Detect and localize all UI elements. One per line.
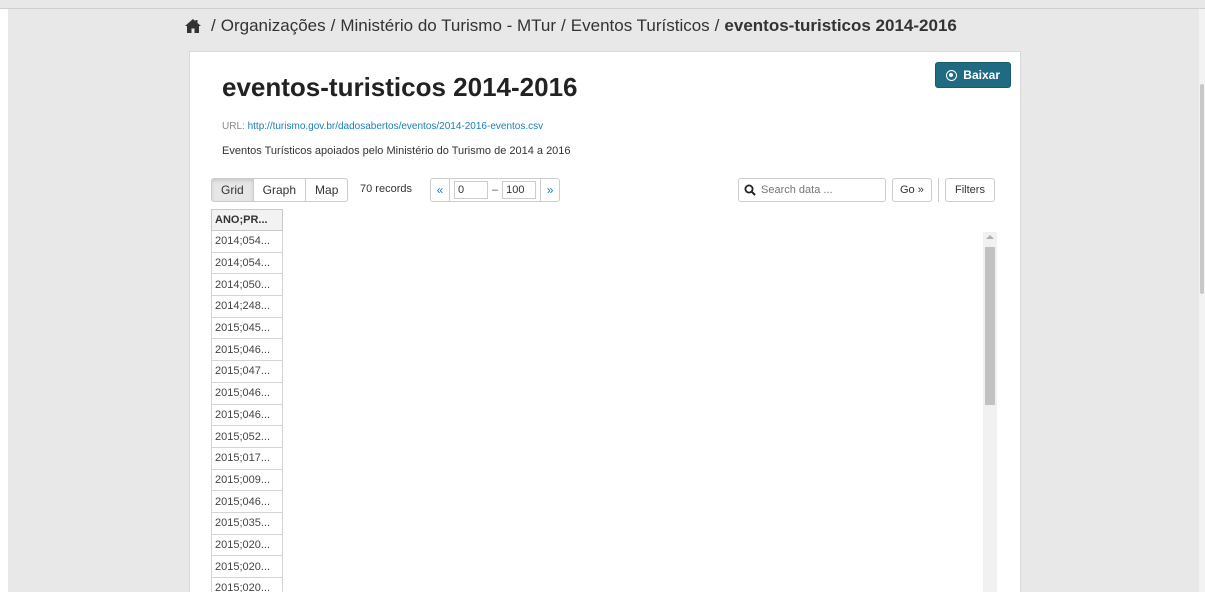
table-row[interactable]: 2015;046... — [211, 339, 283, 362]
breadcrumb-separator: / — [561, 16, 566, 35]
resource-card: eventos-turisticos 2014-2016 Baixar URL:… — [190, 52, 1020, 592]
pager: « – » — [430, 178, 561, 202]
record-count: 70 records — [360, 183, 412, 195]
breadcrumb-separator: / — [714, 16, 720, 35]
breadcrumb-item-organizacoes[interactable]: Organizações — [221, 16, 326, 36]
toolbar-divider — [938, 178, 939, 202]
breadcrumb-separator: / — [330, 16, 336, 35]
home-icon[interactable] — [184, 18, 202, 34]
pager-from-input[interactable] — [454, 181, 488, 199]
pager-to-input[interactable] — [502, 181, 537, 199]
view-map-button[interactable]: Map — [305, 178, 349, 202]
page-scroll-thumb[interactable] — [1200, 84, 1204, 294]
breadcrumb-item-ministerio[interactable]: Ministério do Turismo - MTur — [340, 16, 556, 36]
url-label: URL: — [222, 121, 245, 132]
breadcrumb-separator: / — [211, 16, 216, 35]
table-row[interactable]: 2015;046... — [211, 404, 283, 427]
next-page-button[interactable]: » — [540, 178, 561, 202]
url-link[interactable]: http://turismo.gov.br/dadosabertos/event… — [248, 121, 544, 132]
page-title: eventos-turisticos 2014-2016 — [222, 72, 578, 102]
table-row[interactable]: 2015;046... — [211, 382, 283, 405]
scroll-up-arrow-icon[interactable] — [986, 235, 994, 239]
go-button[interactable]: Go » — [892, 178, 932, 202]
filters-button[interactable]: Filters — [945, 178, 995, 202]
table-row[interactable]: 2014;054... — [211, 252, 283, 275]
table-row[interactable]: 2014;248... — [211, 296, 283, 318]
table-row[interactable]: 2014;050... — [211, 274, 283, 297]
breadcrumb: / Organizações / Ministério do Turismo -… — [184, 14, 957, 38]
prev-page-button[interactable]: « — [430, 178, 450, 202]
view-switcher: Grid Graph Map — [211, 178, 349, 202]
breadcrumb-current: eventos-turisticos 2014-2016 — [724, 16, 957, 35]
breadcrumb-item-eventos[interactable]: Eventos Turísticos — [571, 16, 710, 36]
data-explorer-toolbar: Grid Graph Map 70 records « – » Go » — [211, 178, 1001, 202]
table-row[interactable]: 2015;009... — [211, 469, 283, 492]
table-row[interactable]: 2015;052... — [211, 426, 283, 448]
search-box — [738, 178, 886, 202]
table-row[interactable]: 2015;045... — [211, 317, 283, 340]
resource-description: Eventos Turísticos apoiados pelo Ministé… — [222, 145, 571, 157]
resource-url: URL: http://turismo.gov.br/dadosabertos/… — [222, 121, 543, 132]
search-input[interactable] — [761, 184, 879, 196]
table-row[interactable]: 2015;035... — [211, 512, 283, 535]
left-edge — [0, 9, 8, 592]
download-button[interactable]: Baixar — [935, 62, 1011, 88]
page-scrollbar[interactable] — [1199, 9, 1205, 592]
table-row[interactable]: 2015;020... — [211, 534, 283, 557]
data-grid: ANO;PR... 2014;054... 2014;054... 2014;0… — [211, 209, 283, 592]
top-divider — [0, 8, 1205, 9]
table-row[interactable]: 2015;020... — [211, 578, 283, 592]
pager-range: – — [450, 178, 541, 202]
grid-column-header[interactable]: ANO;PR... — [211, 209, 283, 231]
search-icon — [739, 179, 761, 201]
view-grid-button[interactable]: Grid — [211, 178, 254, 202]
download-label: Baixar — [963, 68, 1000, 82]
table-row[interactable]: 2015;047... — [211, 361, 283, 383]
grid-scroll-thumb[interactable] — [985, 247, 995, 405]
table-row[interactable]: 2014;054... — [211, 231, 283, 253]
table-row[interactable]: 2015;017... — [211, 447, 283, 470]
pager-dash: – — [492, 184, 499, 196]
download-icon — [946, 69, 958, 81]
grid-scrollbar[interactable] — [983, 232, 997, 592]
table-row[interactable]: 2015;046... — [211, 491, 283, 513]
view-graph-button[interactable]: Graph — [252, 178, 307, 202]
table-row[interactable]: 2015;020... — [211, 556, 283, 578]
